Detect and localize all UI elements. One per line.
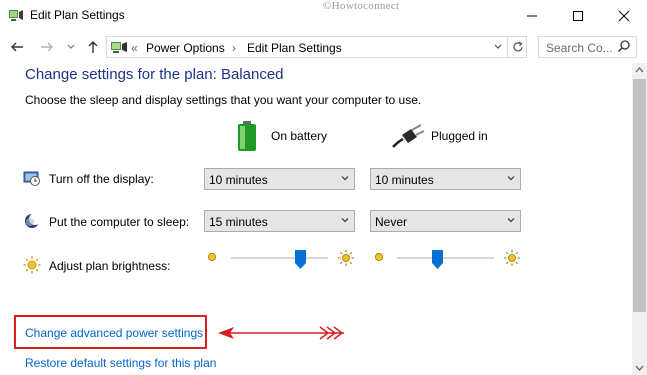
search-icon[interactable] [617,39,631,53]
maximize-icon [573,10,583,21]
page-description: Choose the sleep and display settings th… [25,93,422,107]
battery-icon [238,121,256,151]
plugged-brightness-thumb[interactable] [432,250,444,269]
breadcrumb-separator: › [232,41,236,55]
battery-brightness-slider[interactable] [231,257,328,259]
minimize-button[interactable] [509,0,555,31]
battery-brightness-thumb[interactable] [295,250,307,269]
back-arrow-icon[interactable] [10,40,24,54]
chevron-down-icon [507,176,515,181]
breadcrumb-edit-plan-settings[interactable]: Edit Plan Settings [247,41,342,55]
scroll-down-icon[interactable] [635,364,644,372]
address-dropdown-chevron-icon[interactable] [493,43,503,51]
breadcrumb-overflow[interactable]: « [131,41,138,55]
display-timeout-icon [23,171,40,186]
chevron-down-icon [341,218,349,223]
up-arrow-icon[interactable] [86,40,100,54]
put-computer-to-sleep-label: Put the computer to sleep: [49,215,190,229]
display-plugged-select[interactable]: 10 minutes [370,168,521,190]
power-options-icon [9,10,23,21]
refresh-button[interactable] [507,36,528,58]
plugged-brightness-slider[interactable] [397,257,494,259]
scroll-up-icon[interactable] [635,66,644,74]
forward-arrow-icon[interactable] [40,40,54,54]
chevron-down-icon [341,176,349,181]
scrollbar-thumb[interactable] [633,79,646,312]
restore-default-settings-link[interactable]: Restore default settings for this plan [25,356,216,370]
turn-off-display-label: Turn off the display: [49,172,154,186]
change-advanced-power-settings-link[interactable]: Change advanced power settings [25,326,203,340]
refresh-icon [513,41,523,52]
bright-sun-icon [338,250,354,266]
sleep-plugged-value: Never [375,215,408,229]
minimize-icon [527,15,537,16]
page-heading: Change settings for the plan: Balanced [25,66,284,83]
close-button[interactable] [601,0,647,31]
adjust-plan-brightness-label: Adjust plan brightness: [49,259,171,273]
breadcrumb-power-options[interactable]: Power Options [146,41,225,55]
dim-sun-icon [374,252,384,262]
search-input[interactable]: Search Co... [546,41,613,55]
brightness-sun-icon [23,256,41,274]
sleep-moon-icon [25,213,41,228]
window-title: Edit Plan Settings [30,8,125,22]
plugged-in-header: Plugged in [431,129,488,143]
maximize-button[interactable] [555,0,601,31]
display-plugged-value: 10 minutes [375,173,434,187]
sleep-battery-select[interactable]: 15 minutes [204,210,355,232]
recent-locations-chevron-icon[interactable] [66,43,76,51]
watermark: ©Howtoconnect [323,0,400,12]
control-panel-icon [111,42,127,53]
close-icon [618,10,630,21]
chevron-down-icon [507,218,515,223]
power-plug-icon [392,124,425,148]
on-battery-header: On battery [271,129,328,143]
sleep-battery-value: 15 minutes [209,215,268,229]
dim-sun-icon [207,252,217,262]
display-battery-value: 10 minutes [209,173,268,187]
sleep-plugged-select[interactable]: Never [370,210,521,232]
bright-sun-icon [504,250,520,266]
red-arrow-annotation [218,326,344,340]
display-battery-select[interactable]: 10 minutes [204,168,355,190]
